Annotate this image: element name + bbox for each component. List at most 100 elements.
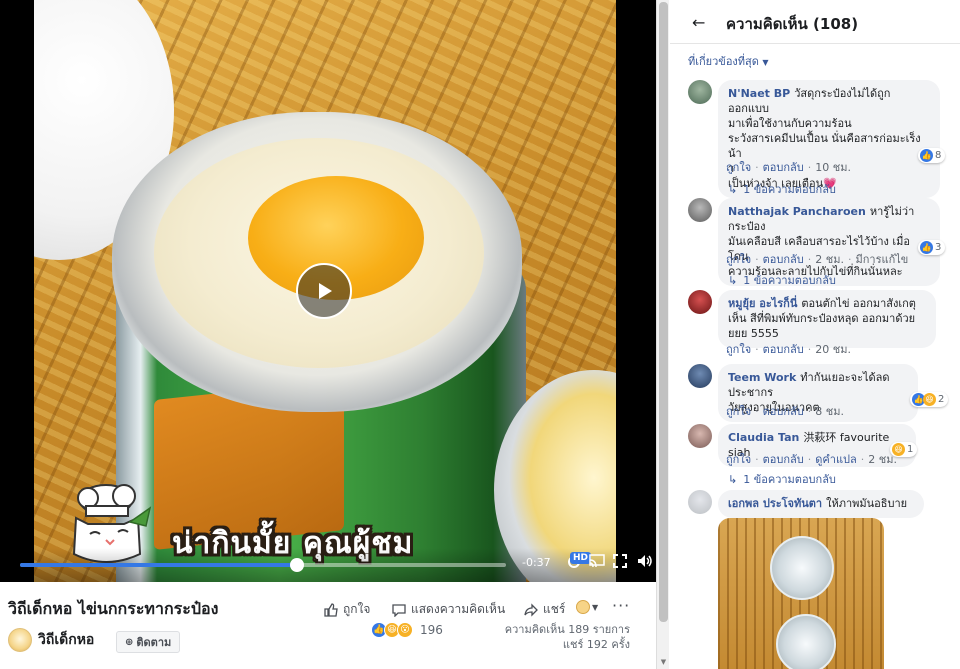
- comment-count[interactable]: ความคิดเห็น 189 รายการ: [505, 622, 630, 637]
- comment-text-line: ให้ภาพมันอธิบาย: [826, 497, 908, 510]
- post-stats: ความคิดเห็น 189 รายการ แชร์ 192 ครั้ง: [505, 622, 630, 652]
- page-mini-avatar: [576, 600, 590, 614]
- progress-fill: [20, 563, 298, 567]
- follow-label: ติดตาม: [136, 636, 172, 649]
- page-name[interactable]: วิถีเด็กหอ: [38, 629, 94, 651]
- page-scrollbar[interactable]: ▼: [656, 0, 669, 669]
- commenter-avatar[interactable]: [688, 424, 712, 448]
- comment-text-line: มาเพื่อใช้งานกับความร้อน: [728, 117, 852, 130]
- comment-author[interactable]: หมูยุ้ย อะไรก็นี่: [728, 297, 797, 310]
- comment-author[interactable]: เอกพล ประโจทันตา: [728, 497, 822, 510]
- replies-label: 1 ข้อความตอบกลับ: [743, 183, 836, 196]
- comment-time[interactable]: 8 ชม.: [815, 402, 844, 420]
- comments-title: ความคิดเห็น (108): [726, 15, 859, 33]
- comment-like-link[interactable]: ถูกใจ: [726, 250, 751, 268]
- commenter-avatar[interactable]: [688, 364, 712, 388]
- comments-header: ← ความคิดเห็น (108): [670, 0, 960, 44]
- reaction-count: 196: [420, 623, 443, 637]
- comment-author[interactable]: Claudia Tan: [728, 431, 799, 444]
- play-icon: [319, 283, 332, 299]
- reply-arrow-icon: ↳: [728, 182, 738, 196]
- progress-bar[interactable]: [20, 558, 506, 572]
- view-replies-link[interactable]: ↳ 1 ข้อความตอบกลับ: [728, 470, 836, 488]
- comment-time[interactable]: 2 ชม.: [868, 450, 897, 468]
- share-arrow-icon: [524, 602, 538, 617]
- thumbs-up-icon: [324, 602, 338, 617]
- comment-like-link[interactable]: ถูกใจ: [726, 340, 751, 358]
- comment-attached-photo[interactable]: [718, 518, 884, 669]
- more-options-icon[interactable]: ···: [612, 596, 630, 615]
- comment-button[interactable]: แสดงความคิดเห็น: [392, 600, 505, 619]
- like-button[interactable]: ถูกใจ: [324, 600, 370, 619]
- comment-bubble: เอกพล ประโจทันตา ให้ภาพมันอธิบาย: [718, 490, 924, 518]
- commenter-avatar[interactable]: [688, 290, 712, 314]
- commenter-avatar[interactable]: [688, 490, 712, 514]
- sort-dropdown[interactable]: ที่เกี่ยวข้องที่สุด ▼: [688, 52, 769, 70]
- comment-item: Teem Work ทำกันเยอะจะได้ลดประชากร วัยสูงอ…: [688, 364, 950, 422]
- comment-edited[interactable]: มีการแก้ไข: [855, 250, 908, 268]
- view-replies-link[interactable]: ↳ 1 ข้อความตอบกลับ: [728, 180, 836, 198]
- comment-meta: ถูกใจ · ตอบกลับ · 2 ชม. · มีการแก้ไข: [726, 250, 908, 268]
- comment-reactions[interactable]: 👍 3: [918, 240, 946, 255]
- comment-meta: ถูกใจ · ตอบกลับ · 8 ชม.: [726, 402, 844, 420]
- comment-author[interactable]: Natthajak Pancharoen: [728, 205, 866, 218]
- fullscreen-icon[interactable]: [613, 554, 627, 568]
- comment-reaction-count: 2: [938, 394, 945, 405]
- cast-icon[interactable]: [589, 554, 605, 568]
- comment-author[interactable]: Teem Work: [728, 371, 796, 384]
- volume-icon[interactable]: [637, 554, 653, 568]
- share-label: แชร์: [543, 602, 566, 616]
- play-button[interactable]: [296, 263, 352, 319]
- sort-label: ที่เกี่ยวข้องที่สุด: [688, 55, 759, 68]
- comment-meta: ถูกใจ · ตอบกลับ · ดูคำแปล · 2 ชม.: [726, 450, 897, 468]
- comment-author[interactable]: N'Naet BP: [728, 87, 790, 100]
- comment-label: แสดงความคิดเห็น: [411, 602, 506, 616]
- chevron-down-icon: ▼: [762, 58, 769, 67]
- comment-text-line: ตอนตักไข่ ออกมาสังเกตุ: [801, 297, 916, 310]
- glass-jar-image: [770, 536, 834, 600]
- comment-time[interactable]: 20 ชม.: [815, 340, 851, 358]
- comment-reply-link[interactable]: ตอบกลับ: [763, 250, 804, 268]
- reaction-summary[interactable]: 👍 😆 😮 196: [371, 622, 443, 638]
- follow-button[interactable]: ⊕ ติดตาม: [116, 631, 181, 653]
- like-label: ถูกใจ: [343, 602, 371, 616]
- comment-reply-link[interactable]: ตอบกลับ: [763, 450, 804, 468]
- glass-jar-image: [776, 614, 836, 669]
- commenter-avatar[interactable]: [688, 198, 712, 222]
- page-avatar[interactable]: [8, 628, 32, 652]
- facebook-video-viewer: น่ากินมั้ย คุณผู้ชม -0:37 HD วิถีเด็กหอ …: [0, 0, 960, 669]
- comment-meta: ถูกใจ · ตอบกลับ · 10 ชม.: [726, 158, 851, 176]
- progress-handle[interactable]: [290, 558, 305, 572]
- share-button[interactable]: แชร์: [524, 600, 565, 619]
- time-remaining: -0:37: [522, 556, 551, 569]
- comment-item: เอกพล ประโจทันตา ให้ภาพมันอธิบาย: [688, 490, 950, 518]
- wow-reaction-icon: 😮: [397, 622, 413, 638]
- comment-like-link[interactable]: ถูกใจ: [726, 158, 751, 176]
- comment-reaction-count: 3: [935, 242, 942, 253]
- comment-time[interactable]: 2 ชม.: [815, 250, 844, 268]
- replies-label: 1 ข้อความตอบกลับ: [743, 274, 836, 287]
- comment-time[interactable]: 10 ชม.: [815, 158, 851, 176]
- scrollbar-thumb[interactable]: [659, 2, 668, 622]
- comment-like-link[interactable]: ถูกใจ: [726, 402, 751, 420]
- chevron-down-icon: ▼: [592, 602, 599, 612]
- share-as-button[interactable]: ▼: [576, 600, 598, 614]
- comment-item: N'Naet BP วัสดุกระป๋องไม่ได้ถูกออกแบบ มาเ…: [688, 80, 950, 200]
- comment-translate-link[interactable]: ดูคำแปล: [815, 450, 857, 468]
- scroll-down-arrow-icon[interactable]: ▼: [659, 658, 668, 667]
- comment-reactions[interactable]: 👍 😆 2: [910, 392, 949, 407]
- comment-like-link[interactable]: ถูกใจ: [726, 450, 751, 468]
- reply-arrow-icon: ↳: [728, 472, 738, 486]
- comment-reply-link[interactable]: ตอบกลับ: [763, 402, 804, 420]
- comments-panel: ← ความคิดเห็น (108) ที่เกี่ยวข้องที่สุด …: [670, 0, 960, 669]
- back-arrow-icon[interactable]: ←: [692, 13, 705, 32]
- view-replies-link[interactable]: ↳ 1 ข้อความตอบกลับ: [728, 271, 836, 289]
- comment-reply-link[interactable]: ตอบกลับ: [763, 158, 804, 176]
- commenter-avatar[interactable]: [688, 80, 712, 104]
- like-reaction-icon: 👍: [920, 149, 933, 162]
- video-player[interactable]: น่ากินมั้ย คุณผู้ชม -0:37 HD: [0, 0, 656, 582]
- comment-reply-link[interactable]: ตอบกลับ: [763, 340, 804, 358]
- share-count[interactable]: แชร์ 192 ครั้ง: [505, 637, 630, 652]
- comment-bubble-icon: [392, 603, 406, 617]
- comment-reactions[interactable]: 👍 8: [918, 148, 946, 163]
